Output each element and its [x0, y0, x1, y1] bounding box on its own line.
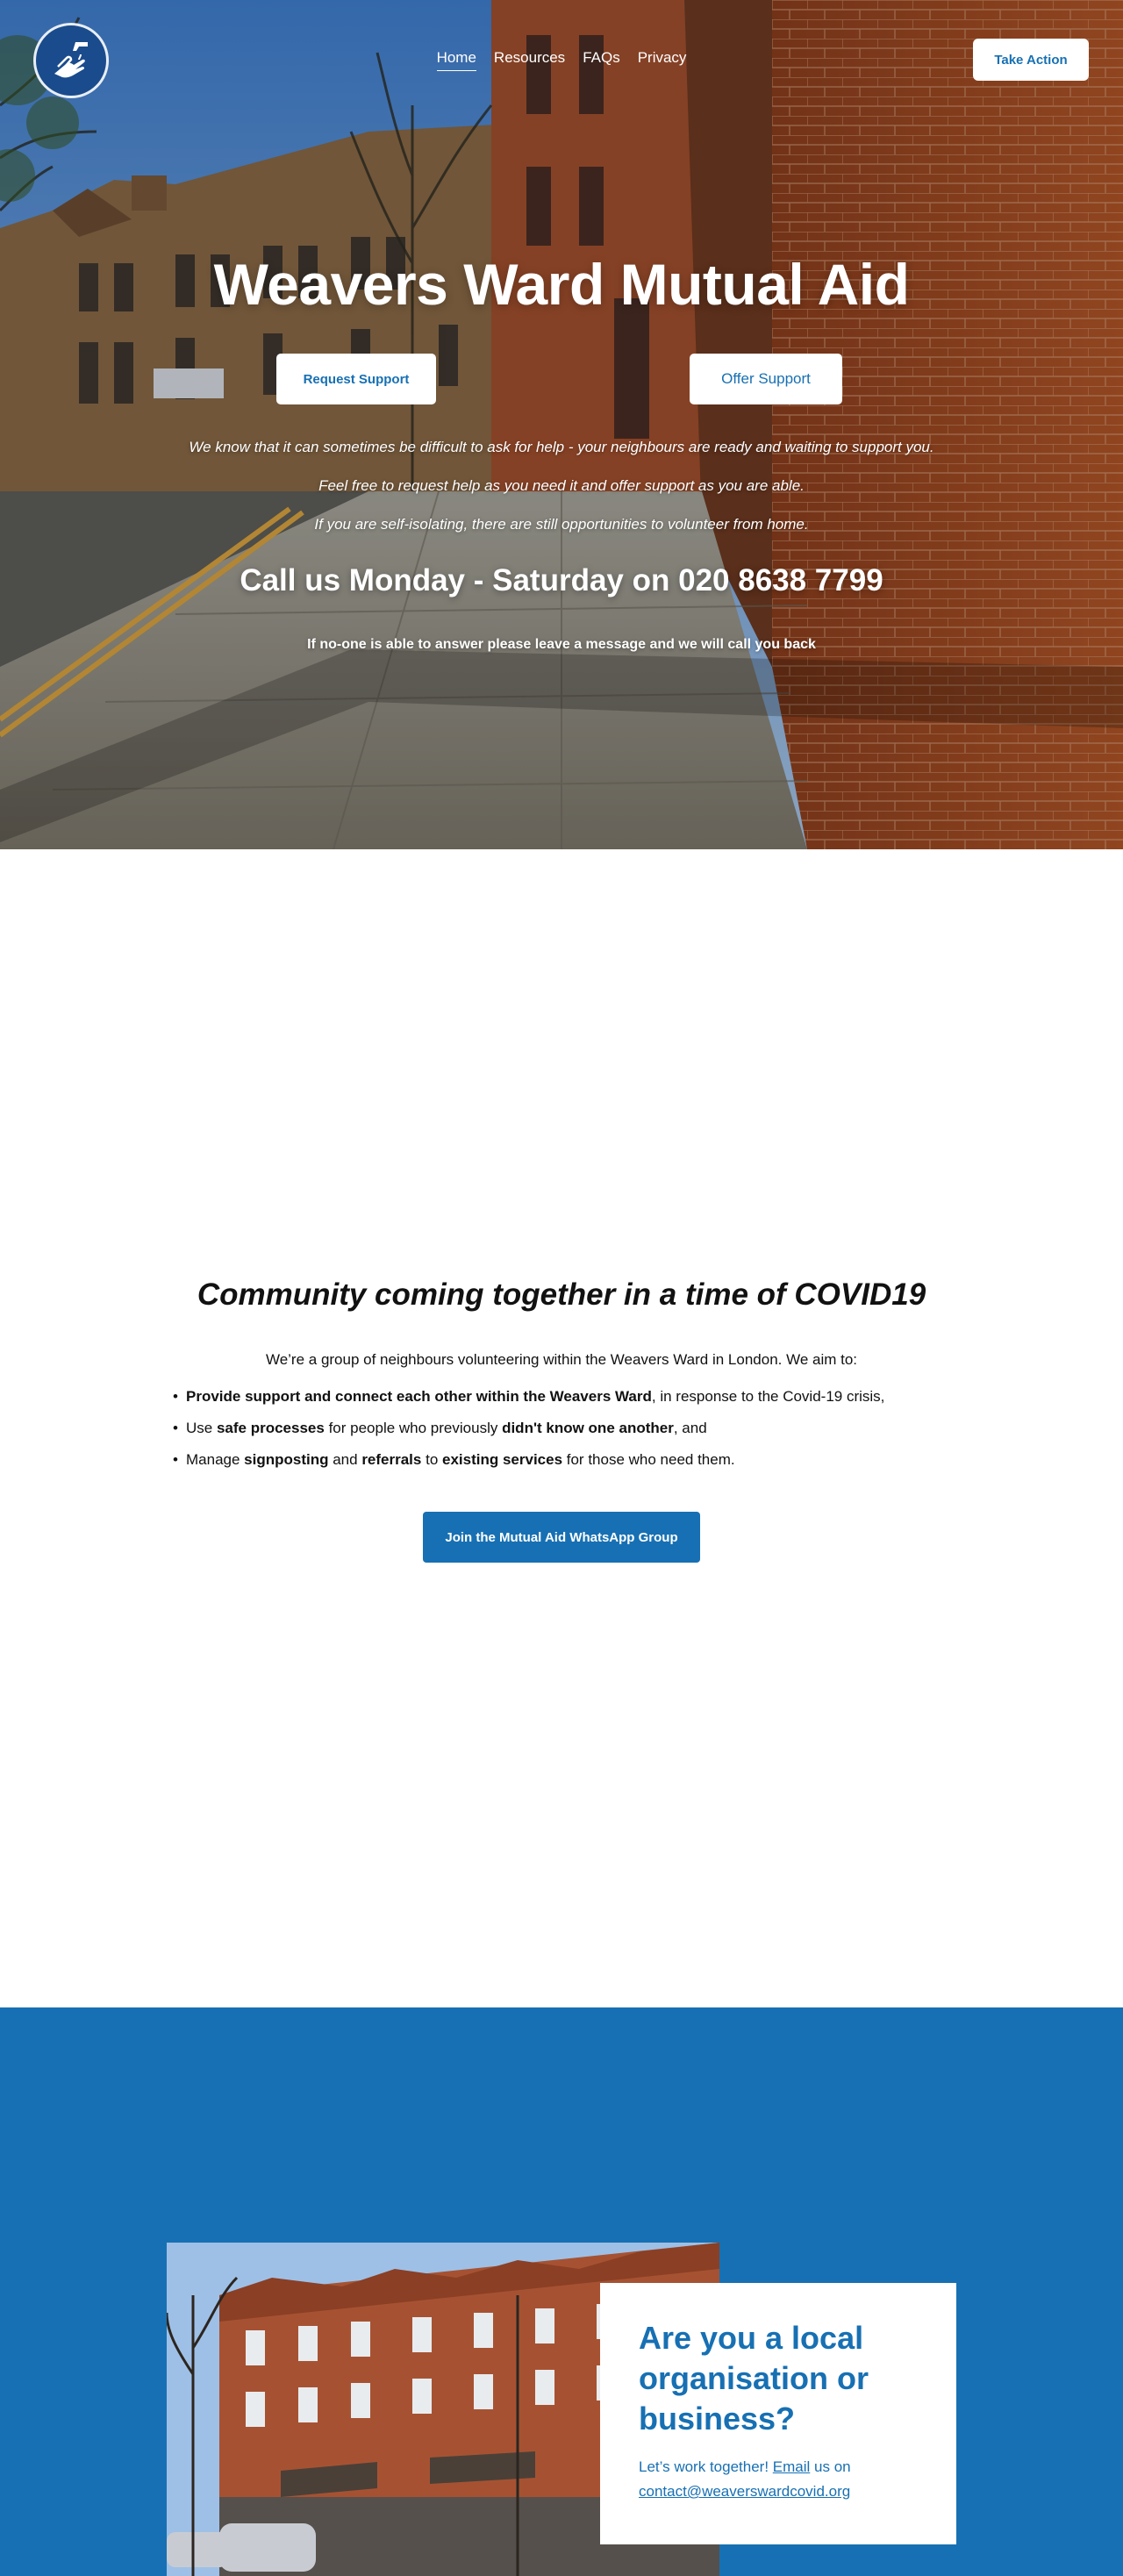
request-support-button[interactable]: Request Support	[276, 354, 436, 404]
hero-section: Home Resources FAQs Privacy Take Action …	[0, 0, 1123, 849]
organisation-section: Are you a local organisation or business…	[0, 2007, 1123, 2576]
list-item: Provide support and connect each other w…	[173, 1388, 884, 1405]
hero-voicemail-note: If no-one is able to answer please leave…	[307, 637, 816, 652]
hero-text-help: We know that it can sometimes be difficu…	[189, 439, 934, 455]
contact-email-link[interactable]: contact@weaverswardcovid.org	[639, 2483, 850, 2500]
hero-overlay	[0, 0, 1123, 849]
page-title: Weavers Ward Mutual Aid	[213, 252, 910, 317]
whatsapp-group-button[interactable]: Join the Mutual Aid WhatsApp Group	[423, 1512, 700, 1563]
hero-text-request: Feel free to request help as you need it…	[318, 477, 805, 494]
take-action-button[interactable]: Take Action	[973, 39, 1089, 81]
nav-link-resources[interactable]: Resources	[494, 49, 565, 71]
organisation-card: Are you a local organisation or business…	[600, 2283, 956, 2544]
community-section: Community coming together in a time of C…	[0, 849, 1123, 2007]
nav-link-faqs[interactable]: FAQs	[583, 49, 620, 71]
list-item: Manage signposting and referrals to exis…	[173, 1451, 884, 1468]
organisation-heading: Are you a local organisation or business…	[639, 2320, 869, 2436]
nav-link-home[interactable]: Home	[436, 49, 476, 71]
hero-text-isolating: If you are self-isolating, there are sti…	[314, 516, 809, 533]
offer-support-button[interactable]: Offer Support	[690, 354, 842, 404]
organisation-text: Let’s work together! Email us on contact…	[639, 2458, 851, 2500]
nav-link-privacy[interactable]: Privacy	[638, 49, 687, 71]
hero-phone-heading: Call us Monday - Saturday on 020 8638 77…	[240, 563, 883, 597]
aims-list: Provide support and connect each other w…	[173, 1388, 884, 1483]
email-link[interactable]: Email	[773, 2458, 811, 2475]
main-navigation: Home Resources FAQs Privacy	[0, 49, 1123, 71]
community-intro: We’re a group of neighbours volunteering…	[265, 1351, 858, 1368]
list-item: Use safe processes for people who previo…	[173, 1420, 884, 1436]
community-heading: Community coming together in a time of C…	[197, 1277, 926, 1312]
